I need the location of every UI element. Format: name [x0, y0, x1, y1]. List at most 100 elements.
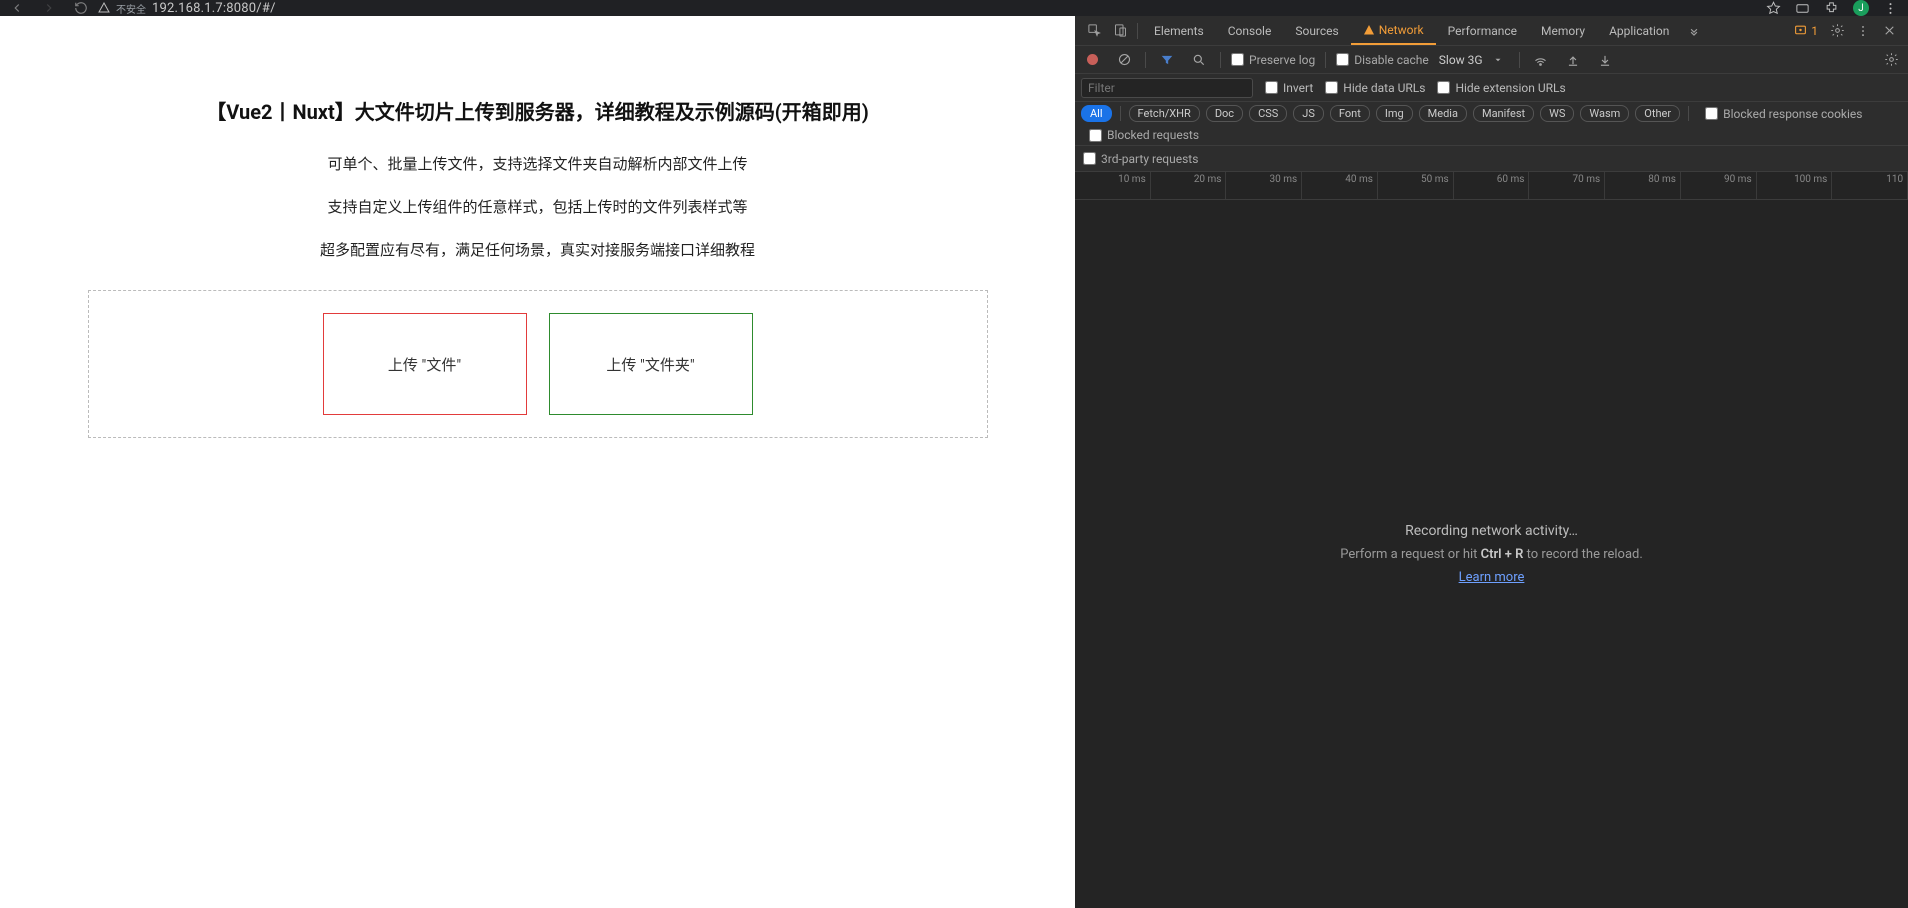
chevron-down-icon[interactable] [1493, 55, 1503, 65]
page-desc-1: 可单个、批量上传文件，支持选择文件夹自动解析内部文件上传 [88, 153, 988, 174]
devtools-panel: Elements Console Sources Network Perform… [1075, 16, 1908, 908]
recording-label: Recording network activity… [1405, 523, 1578, 539]
insecure-icon [98, 2, 110, 14]
export-har-icon[interactable] [1594, 49, 1616, 71]
upload-folder-button[interactable]: 上传 "文件夹" [549, 313, 753, 415]
reload-icon[interactable] [74, 1, 88, 15]
browser-toolbar: 不安全 192.168.1.7:8080/#/ J [0, 0, 1908, 16]
timeline-tick: 110 [1832, 172, 1908, 199]
address-bar[interactable]: 不安全 192.168.1.7:8080/#/ [98, 1, 1766, 16]
inspect-icon[interactable] [1081, 16, 1107, 45]
more-tabs-icon[interactable] [1681, 16, 1707, 45]
url-text: 192.168.1.7:8080/#/ [152, 1, 276, 16]
blocked-requests-checkbox[interactable]: Blocked requests [1089, 128, 1199, 142]
tab-console[interactable]: Console [1216, 16, 1284, 45]
disable-cache-checkbox[interactable]: Disable cache [1336, 53, 1429, 67]
type-fetch[interactable]: Fetch/XHR [1129, 105, 1200, 122]
devtools-tabs: Elements Console Sources Network Perform… [1075, 16, 1908, 46]
forward-icon[interactable] [42, 1, 56, 15]
upload-file-button[interactable]: 上传 "文件" [323, 313, 527, 415]
type-doc[interactable]: Doc [1206, 105, 1243, 122]
type-css[interactable]: CSS [1249, 105, 1287, 122]
extensions-icon[interactable] [1824, 1, 1839, 16]
upload-dropzone[interactable]: 上传 "文件" 上传 "文件夹" [88, 290, 988, 438]
warning-icon [1363, 24, 1375, 36]
type-all[interactable]: All [1081, 105, 1112, 122]
type-media[interactable]: Media [1419, 105, 1467, 122]
record-button[interactable] [1081, 49, 1103, 71]
tab-performance[interactable]: Performance [1436, 16, 1529, 45]
main-split: 【Vue2丨Nuxt】大文件切片上传到服务器，详细教程及示例源码(开箱即用) 可… [0, 16, 1908, 908]
divider [1220, 52, 1221, 68]
type-wasm[interactable]: Wasm [1580, 105, 1629, 122]
clear-button[interactable] [1113, 49, 1135, 71]
timeline-tick: 80 ms [1605, 172, 1681, 199]
hint-label: Perform a request or hit Ctrl + R to rec… [1340, 547, 1643, 562]
page-desc-2: 支持自定义上传组件的任意样式，包括上传时的文件列表样式等 [88, 196, 988, 217]
type-js[interactable]: JS [1293, 105, 1324, 122]
issue-icon [1794, 24, 1807, 37]
divider [1519, 52, 1520, 68]
blocked-cookies-checkbox[interactable]: Blocked response cookies [1705, 107, 1862, 121]
kebab-icon[interactable] [1850, 24, 1876, 38]
timeline-tick: 40 ms [1302, 172, 1378, 199]
bookmark-icon[interactable] [1766, 1, 1781, 16]
browser-actions: J [1766, 0, 1898, 16]
network-type-bar: All Fetch/XHR Doc CSS JS Font Img Media … [1075, 102, 1908, 146]
timeline-tick: 90 ms [1681, 172, 1757, 199]
filter-toggle-icon[interactable] [1156, 49, 1178, 71]
type-other[interactable]: Other [1635, 105, 1680, 122]
close-devtools-icon[interactable] [1876, 24, 1902, 37]
type-font[interactable]: Font [1330, 105, 1370, 122]
third-party-row: 3rd-party requests [1075, 146, 1908, 172]
tab-memory[interactable]: Memory [1529, 16, 1597, 45]
network-filter-bar: Invert Hide data URLs Hide extension URL… [1075, 74, 1908, 102]
browser-nav [10, 1, 88, 15]
divider [1137, 23, 1138, 39]
preserve-log-checkbox[interactable]: Preserve log [1231, 53, 1315, 67]
timeline-tick: 20 ms [1151, 172, 1227, 199]
tab-application[interactable]: Application [1597, 16, 1681, 45]
timeline-tick: 100 ms [1757, 172, 1833, 199]
tab-sources[interactable]: Sources [1283, 16, 1350, 45]
network-timeline[interactable]: 10 ms20 ms30 ms40 ms50 ms60 ms70 ms80 ms… [1075, 172, 1908, 200]
type-ws[interactable]: WS [1540, 105, 1574, 122]
tab-network[interactable]: Network [1351, 16, 1436, 45]
page-desc-3: 超多配置应有尽有，满足任何场景，真实对接服务端接口详细教程 [88, 239, 988, 260]
hide-data-urls-checkbox[interactable]: Hide data URLs [1325, 81, 1425, 95]
menu-icon[interactable] [1883, 1, 1898, 16]
type-img[interactable]: Img [1376, 105, 1413, 122]
tab-elements[interactable]: Elements [1142, 16, 1216, 45]
page-viewport: 【Vue2丨Nuxt】大文件切片上传到服务器，详细教程及示例源码(开箱即用) 可… [0, 16, 1075, 908]
divider [1688, 106, 1689, 121]
learn-more-link[interactable]: Learn more [1459, 570, 1525, 585]
page-title: 【Vue2丨Nuxt】大文件切片上传到服务器，详细教程及示例源码(开箱即用) [88, 96, 988, 125]
issues-badge[interactable]: 1 [1788, 24, 1824, 38]
invert-checkbox[interactable]: Invert [1265, 81, 1313, 95]
profile-avatar[interactable]: J [1853, 0, 1869, 16]
device-toggle-icon[interactable] [1107, 16, 1133, 45]
filter-input[interactable] [1081, 78, 1253, 98]
insecure-label: 不安全 [116, 1, 146, 16]
timeline-tick: 60 ms [1454, 172, 1530, 199]
page-content: 【Vue2丨Nuxt】大文件切片上传到服务器，详细教程及示例源码(开箱即用) 可… [88, 96, 988, 438]
read-mode-icon[interactable] [1795, 1, 1810, 16]
timeline-tick: 10 ms [1075, 172, 1151, 199]
search-icon[interactable] [1188, 49, 1210, 71]
import-har-icon[interactable] [1562, 49, 1584, 71]
network-conditions-icon[interactable] [1530, 49, 1552, 71]
network-settings-icon[interactable] [1880, 49, 1902, 71]
network-empty-state: Recording network activity… Perform a re… [1075, 200, 1908, 908]
back-icon[interactable] [10, 1, 24, 15]
settings-icon[interactable] [1824, 23, 1850, 38]
type-manifest[interactable]: Manifest [1473, 105, 1534, 122]
timeline-tick: 70 ms [1529, 172, 1605, 199]
third-party-checkbox[interactable]: 3rd-party requests [1083, 152, 1198, 166]
divider [1145, 52, 1146, 68]
timeline-tick: 50 ms [1378, 172, 1454, 199]
hide-extension-urls-checkbox[interactable]: Hide extension URLs [1437, 81, 1565, 95]
divider [1325, 52, 1326, 68]
throttling-select[interactable]: Slow 3G [1439, 53, 1483, 67]
divider [1120, 106, 1121, 121]
network-toolbar: Preserve log Disable cache Slow 3G [1075, 46, 1908, 74]
